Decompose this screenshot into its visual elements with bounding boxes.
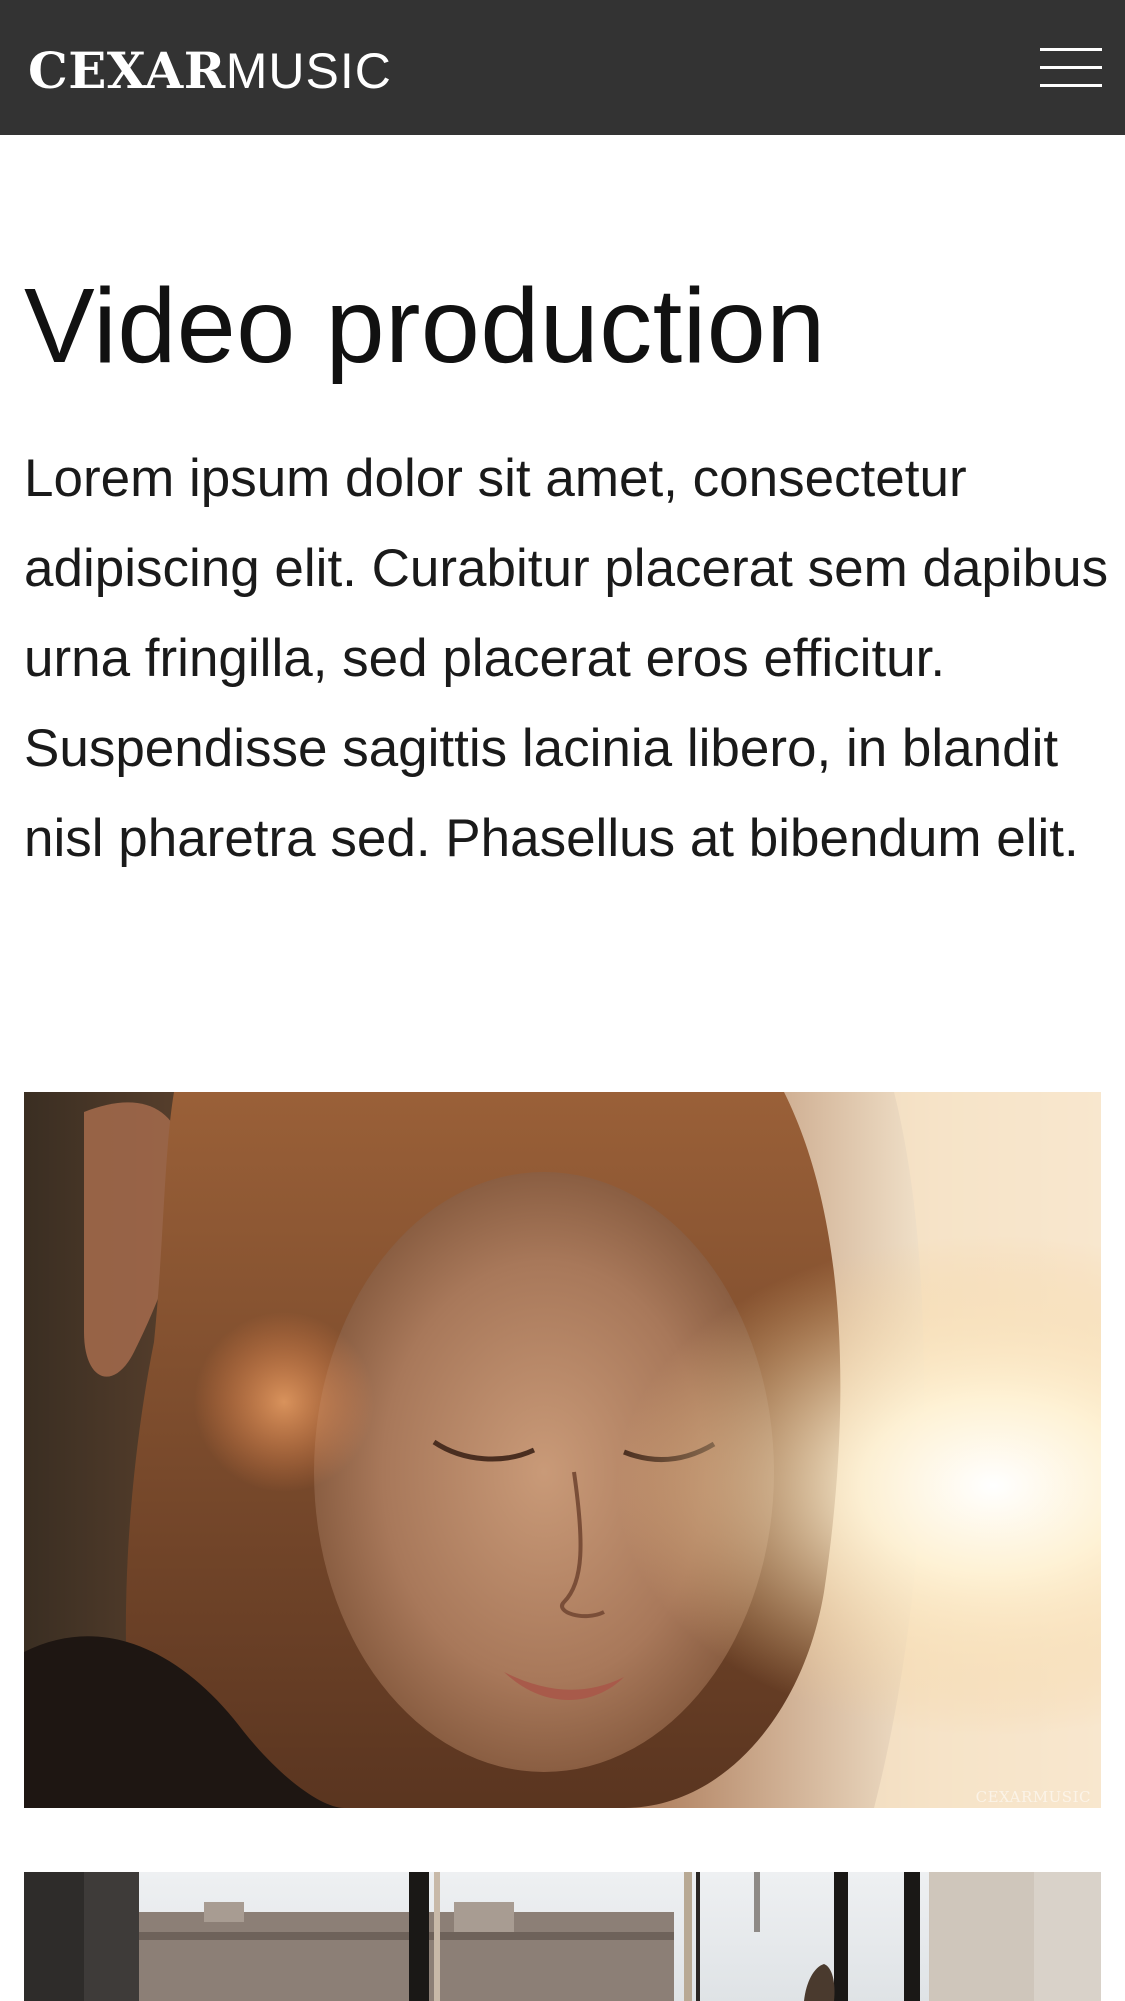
site-header: CEXARMUSIC <box>0 0 1125 135</box>
hamburger-menu-icon[interactable] <box>1040 46 1102 90</box>
photo-watermark: CEXARMUSIC <box>975 1788 1091 1806</box>
window-photo-image <box>24 1872 1101 2001</box>
menu-bar <box>1040 84 1102 87</box>
logo-brand-light: MUSIC <box>225 43 392 99</box>
logo-brand-bold: CEXAR <box>28 41 226 100</box>
page-title: Video production <box>24 267 826 385</box>
intro-paragraph: Lorem ipsum dolor sit amet, consectetur … <box>24 449 1109 868</box>
window-photo <box>24 1872 1101 2001</box>
site-logo[interactable]: CEXARMUSIC <box>28 38 392 104</box>
portrait-photo-image <box>24 1092 1101 1808</box>
portrait-photo: CEXARMUSIC <box>24 1092 1101 1808</box>
menu-bar <box>1040 66 1102 69</box>
menu-bar <box>1040 48 1102 51</box>
